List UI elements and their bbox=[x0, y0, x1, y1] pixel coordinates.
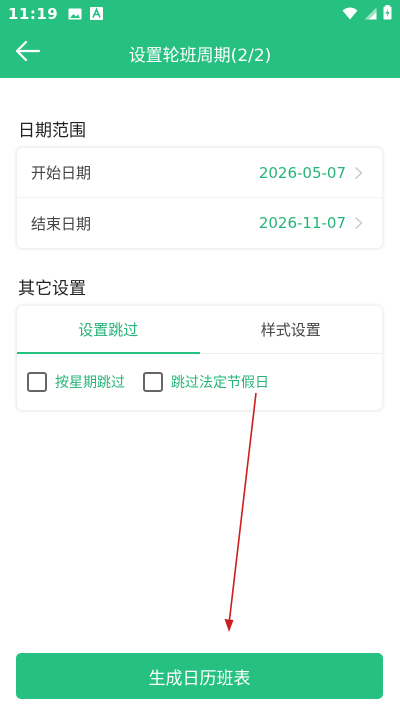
status-time: 11:19 bbox=[8, 5, 59, 23]
end-date-label: 结束日期 bbox=[31, 214, 92, 233]
tab-style-settings[interactable]: 样式设置 bbox=[200, 306, 383, 353]
image-notification-icon bbox=[68, 5, 82, 24]
start-date-row[interactable]: 开始日期 2026-05-07 bbox=[17, 148, 382, 198]
end-date-value: 2026-11-07 bbox=[258, 214, 346, 232]
skip-by-weekday-label: 按星期跳过 bbox=[55, 375, 125, 391]
battery-icon bbox=[383, 4, 392, 24]
other-settings-card: 设置跳过 样式设置 按星期跳过 跳过法定节假日 bbox=[16, 305, 383, 411]
start-date-label: 开始日期 bbox=[31, 164, 92, 182]
end-date-row[interactable]: 结束日期 2026-11-07 bbox=[17, 198, 382, 248]
date-range-section-title: 日期范围 bbox=[18, 121, 86, 141]
active-tab-indicator bbox=[17, 352, 200, 354]
wifi-icon bbox=[342, 5, 358, 24]
skip-by-weekday-checkbox[interactable] bbox=[27, 372, 47, 392]
skip-by-weekday-option[interactable]: 按星期跳过 bbox=[27, 372, 125, 392]
status-bar: 11:19 bbox=[0, 0, 400, 28]
settings-tabs: 设置跳过 样式设置 bbox=[17, 306, 382, 354]
other-settings-section-title: 其它设置 bbox=[18, 279, 86, 299]
skip-holidays-label: 跳过法定节假日 bbox=[171, 375, 269, 391]
skip-holidays-option[interactable]: 跳过法定节假日 bbox=[143, 372, 269, 392]
skip-options: 按星期跳过 跳过法定节假日 bbox=[17, 354, 382, 410]
chevron-right-icon bbox=[354, 216, 368, 230]
date-range-card: 开始日期 2026-05-07 结束日期 2026-11-07 bbox=[16, 147, 383, 249]
tab-skip-settings[interactable]: 设置跳过 bbox=[17, 306, 200, 353]
generate-calendar-button[interactable]: 生成日历班表 bbox=[16, 653, 383, 699]
chevron-right-icon bbox=[354, 166, 368, 180]
signal-icon bbox=[364, 5, 377, 24]
app-bar: 设置轮班周期(2/2) bbox=[0, 28, 400, 78]
start-date-value: 2026-05-07 bbox=[258, 163, 346, 182]
arrow-left-icon bbox=[15, 40, 41, 66]
back-button[interactable] bbox=[12, 38, 44, 68]
page-title: 设置轮班周期(2/2) bbox=[128, 45, 272, 66]
skip-holidays-checkbox[interactable] bbox=[143, 372, 163, 392]
app-notification-icon bbox=[90, 5, 104, 24]
